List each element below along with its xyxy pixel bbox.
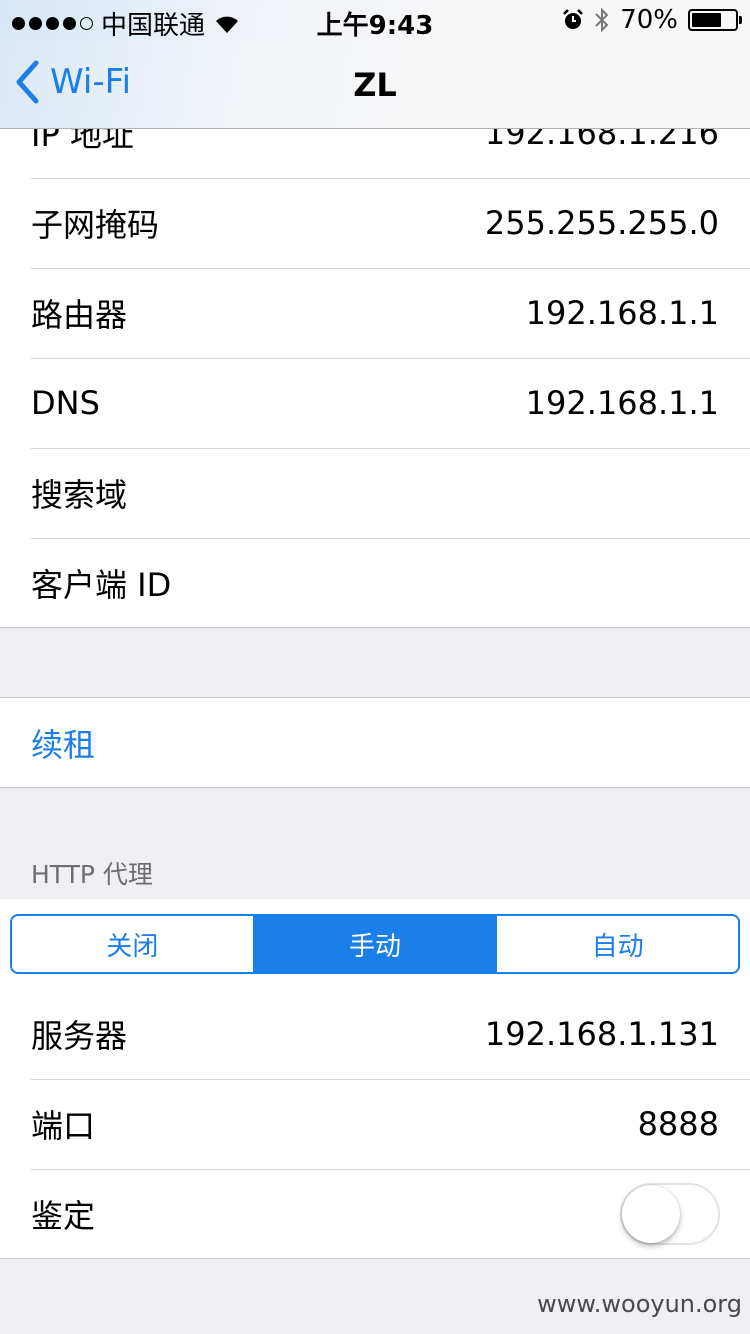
proxy-mode-segmented-control[interactable]: 关闭 手动 自动 [10, 914, 740, 974]
watermark: www.wooyun.org [537, 1290, 742, 1318]
proxy-port-label: 端口 [31, 1107, 96, 1145]
proxy-server-label: 服务器 [31, 1017, 128, 1055]
dns-value: 192.168.1.1 [525, 384, 719, 422]
status-bar: 中国联通 上午9:43 70% [0, 0, 750, 41]
proxy-server-input[interactable]: 192.168.1.131 [485, 1015, 719, 1053]
page-title: ZL [353, 66, 397, 104]
proxy-auth-label: 鉴定 [31, 1197, 96, 1235]
segment-manual[interactable]: 手动 [252, 916, 496, 972]
ipv4-section: IP 地址 192.168.1.216 子网掩码 255.255.255.0 路… [0, 88, 750, 628]
section-divider [0, 787, 750, 788]
dns-row[interactable]: DNS 192.168.1.1 [0, 358, 750, 448]
segment-off[interactable]: 关闭 [12, 916, 253, 972]
dns-label: DNS [31, 384, 100, 422]
bluetooth-icon [595, 7, 609, 33]
router-label: 路由器 [31, 296, 128, 334]
renew-lease-button[interactable]: 续租 [0, 698, 750, 787]
battery-icon [688, 9, 742, 31]
subnet-mask-row: 子网掩码 255.255.255.0 [0, 178, 750, 268]
proxy-auth-row: 鉴定 [0, 1169, 750, 1259]
renew-lease-label: 续租 [31, 725, 96, 764]
alarm-icon [563, 9, 584, 29]
router-value: 192.168.1.1 [525, 294, 719, 332]
navigation-bar: Wi-Fi ZL [0, 40, 750, 129]
battery-level-fill [692, 13, 722, 27]
battery-percent: 70% [620, 5, 678, 35]
client-id-label: 客户端 ID [31, 566, 172, 604]
proxy-server-row[interactable]: 服务器 192.168.1.131 [0, 989, 750, 1079]
proxy-section-header: HTTP 代理 [31, 860, 153, 889]
router-row: 路由器 192.168.1.1 [0, 268, 750, 358]
segment-auto[interactable]: 自动 [495, 916, 738, 972]
client-id-row[interactable]: 客户端 ID [0, 538, 750, 628]
section-divider [0, 627, 750, 628]
search-domain-row[interactable]: 搜索域 [0, 448, 750, 538]
proxy-port-input[interactable]: 8888 [638, 1105, 719, 1143]
subnet-mask-value: 255.255.255.0 [484, 204, 719, 242]
proxy-port-row[interactable]: 端口 8888 [0, 1079, 750, 1169]
subnet-mask-label: 子网掩码 [31, 206, 160, 244]
toggle-knob [622, 1185, 680, 1243]
search-domain-label: 搜索域 [31, 476, 128, 514]
proxy-auth-toggle[interactable] [620, 1183, 720, 1245]
renew-section: 续租 [0, 698, 750, 787]
section-divider [0, 1258, 750, 1259]
proxy-fields: 服务器 192.168.1.131 端口 8888 鉴定 [0, 989, 750, 1258]
